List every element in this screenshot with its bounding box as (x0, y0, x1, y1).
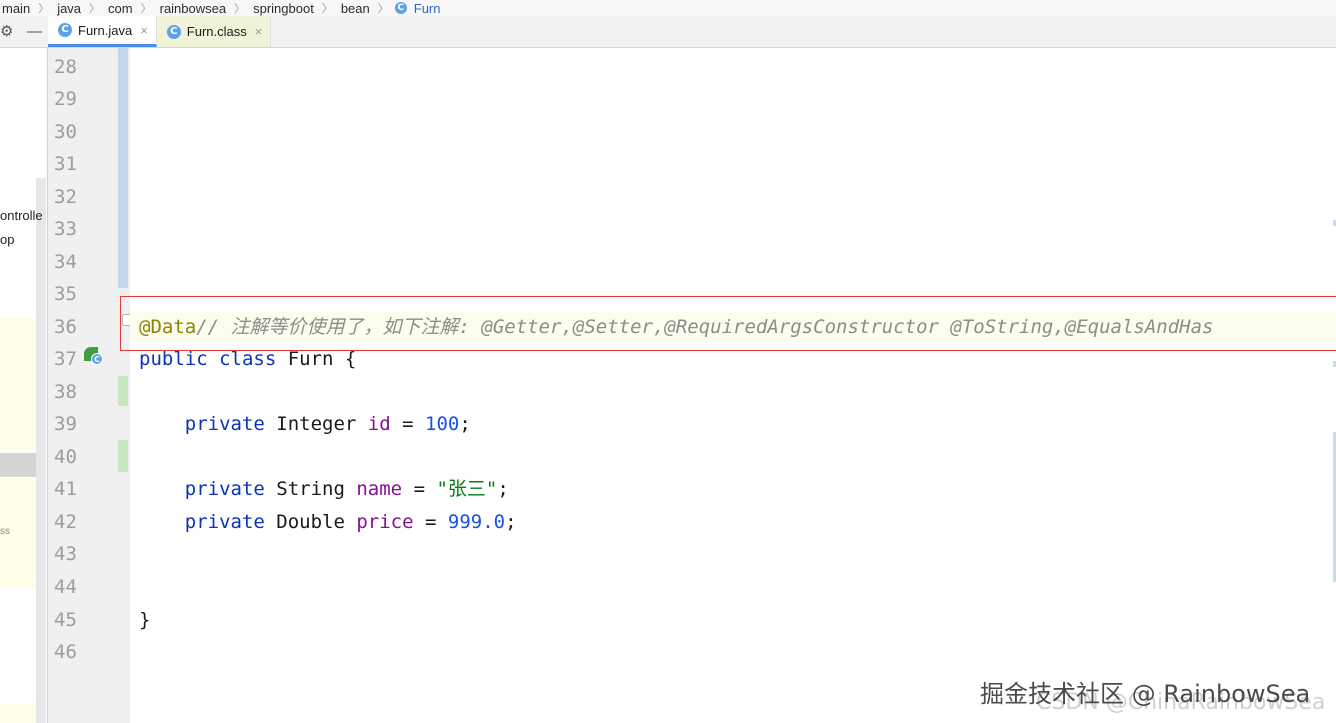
code-token: ; (459, 413, 471, 435)
chevron-right-icon: 〉 (38, 3, 50, 15)
tree-item-controller[interactable]: ontrolle (0, 208, 43, 223)
line-number: 36 (54, 316, 77, 338)
code-line-39: private Integer id = 100; (139, 409, 471, 439)
breadcrumb-item-rainbowsea[interactable]: rainbowsea (158, 1, 229, 16)
panel-row-highlight (0, 318, 36, 450)
gear-icon[interactable]: ⚙ (0, 24, 13, 39)
line-number: 34 (54, 251, 77, 273)
chevron-right-icon: 〉 (377, 3, 389, 15)
project-panel: ontrolle op ss (0, 48, 48, 723)
chevron-right-icon: 〉 (89, 3, 101, 15)
breadcrumb: main 〉 java 〉 com 〉 rainbowsea 〉 springb… (0, 0, 1336, 16)
class-c-icon: C (91, 353, 103, 365)
breadcrumb-item-springboot[interactable]: springboot (251, 1, 316, 16)
string-token: "张三" (436, 478, 498, 500)
line-number: 40 (54, 446, 77, 468)
line-number: 42 (54, 511, 77, 533)
class-c-icon: C (394, 2, 407, 14)
breadcrumb-label: java (57, 0, 82, 16)
type-token: String (264, 478, 357, 500)
breadcrumb-item-furn[interactable]: C Furn (394, 0, 443, 16)
field-token: id (367, 413, 391, 435)
code-token: ; (505, 511, 517, 533)
watermark-juejin: 掘金技术社区 @ RainbowSea (980, 680, 1311, 708)
field-token: name (356, 478, 403, 500)
line-number: 30 (54, 121, 77, 143)
code-token: ; (497, 478, 509, 500)
keyword-token: private (184, 413, 265, 435)
line-number: 41 (54, 478, 77, 500)
line-number: 38 (54, 381, 77, 403)
tree-item-class[interactable]: ss (0, 526, 10, 537)
line-number: 44 (54, 576, 77, 598)
class-c-icon: C (58, 23, 72, 37)
panel-tool-icons: ⚙ — (0, 16, 48, 47)
class-c-icon: C (166, 24, 181, 39)
number-token: 999.0 (447, 511, 506, 533)
breadcrumb-label: main (2, 0, 31, 16)
line-number-gutter: 28 29 30 31 32 33 34 35 36 37 38 39 40 4… (48, 48, 132, 723)
line-number: 35 (54, 283, 77, 305)
vcs-change-mark (118, 440, 128, 472)
chevron-right-icon: 〉 (234, 3, 246, 15)
operator-token: = (390, 413, 426, 435)
type-token: Double (264, 511, 357, 533)
line-number: 29 (54, 88, 77, 110)
tab-label: Furn.java (78, 22, 133, 38)
field-token: price (356, 511, 414, 533)
tab-furn-java[interactable]: C Furn.java × (48, 16, 157, 47)
breadcrumb-item-java[interactable]: java (55, 1, 83, 16)
code-line-45: } (139, 605, 150, 635)
keyword-token: public (139, 348, 208, 370)
vcs-change-bar (118, 48, 128, 288)
keyword-token: private (184, 478, 265, 500)
breadcrumb-label: bean (340, 0, 370, 16)
code-editor[interactable]: @Data// 注解等价使用了，如下注解: @Getter,@Setter,@R… (130, 48, 1336, 723)
breadcrumb-label: com (108, 0, 133, 16)
hide-panel-icon[interactable]: — (27, 24, 42, 39)
breadcrumb-item-com[interactable]: com (106, 1, 135, 16)
line-number: 39 (54, 413, 77, 435)
chevron-right-icon: 〉 (140, 3, 152, 15)
close-icon[interactable]: × (140, 23, 148, 38)
operator-token: = (413, 511, 448, 533)
type-token: Integer (264, 413, 368, 435)
code-line-41: private String name = "张三"; (139, 474, 509, 504)
code-line-42: private Double price = 999.0; (139, 507, 517, 537)
chevron-right-icon: 〉 (321, 3, 333, 15)
line-number: 43 (54, 543, 77, 565)
line-number: 46 (54, 641, 77, 663)
breadcrumb-label: rainbowsea (159, 0, 227, 16)
breadcrumb-item-main[interactable]: main (0, 1, 32, 16)
code-token: Furn { (276, 348, 357, 370)
breadcrumb-label: Furn (413, 0, 441, 16)
breadcrumb-label: springboot (253, 0, 314, 16)
panel-row-highlight (0, 703, 36, 723)
spring-bean-gutter-icon[interactable]: C (84, 347, 104, 367)
tab-furn-class[interactable]: C Furn.class × (156, 16, 272, 47)
vcs-change-mark (118, 376, 128, 406)
line-number: 32 (54, 186, 77, 208)
operator-token: = (402, 478, 437, 500)
keyword-token: class (219, 348, 277, 370)
number-token: 100 (425, 413, 460, 435)
tab-label: Furn.class (186, 24, 247, 39)
tree-item-app[interactable]: op (0, 232, 14, 247)
close-icon[interactable]: × (255, 24, 263, 39)
keyword-token: private (184, 511, 265, 533)
panel-scrollbar[interactable] (36, 178, 46, 723)
line-number: 31 (54, 153, 77, 175)
brace-token: } (139, 609, 151, 631)
highlight-annotation-box (120, 296, 1336, 351)
line-number: 45 (54, 609, 77, 631)
line-number: 33 (54, 218, 77, 240)
breadcrumb-item-bean[interactable]: bean (339, 1, 372, 16)
line-number: 28 (54, 56, 77, 78)
editor-tab-bar: ⚙ — C Furn.java × C Furn.class × (0, 16, 1336, 48)
